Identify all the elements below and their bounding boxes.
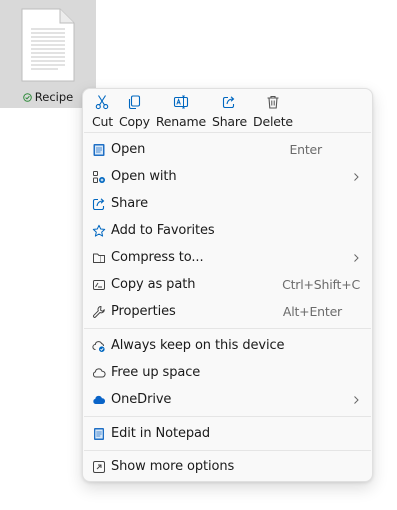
notepad-app-icon [93, 143, 105, 156]
share-icon [92, 197, 105, 210]
menu-item-open-with[interactable]: Open with [87, 163, 368, 190]
notepad-label: Edit in Notepad [111, 426, 211, 441]
menu-item-show-more-options[interactable]: Show more options [87, 453, 368, 480]
copy-label: Copy [118, 114, 150, 129]
copy-path-label: Copy as path [111, 277, 196, 292]
copy-path-shortcut: Ctrl+Shift+C [282, 277, 360, 292]
open-with-label: Open with [111, 169, 177, 184]
quick-actions-bar: Cut Copy Rename Share Delete [89, 93, 296, 131]
menu-item-edit-in-notepad[interactable]: Edit in Notepad [87, 420, 368, 447]
menu-item-properties[interactable]: Properties Alt+Enter [87, 298, 368, 325]
open-with-icon [93, 170, 105, 183]
context-menu: Cut Copy Rename Share Delete Open Enter … [82, 88, 373, 482]
cloud-icon [92, 367, 106, 377]
keep-on-device-label: Always keep on this device [111, 338, 285, 353]
chevron-right-icon [354, 395, 359, 404]
rename-button[interactable]: Rename [153, 93, 209, 131]
share-quick-button[interactable]: Share [209, 93, 250, 131]
menu-item-add-to-favorites[interactable]: Add to Favorites [87, 217, 368, 244]
share-label: Share [211, 114, 248, 129]
file-name: Recipe [34, 90, 74, 104]
desktop: Recipe Cut Copy Rename Share Delete Open… [0, 0, 397, 510]
more-options-label: Show more options [111, 459, 235, 474]
wrench-icon [92, 305, 105, 318]
favorites-label: Add to Favorites [111, 223, 215, 238]
zip-folder-icon [93, 253, 105, 263]
open-label: Open [111, 142, 146, 157]
menu-divider [84, 416, 371, 417]
delete-label: Delete [253, 114, 293, 129]
copy-button[interactable]: Copy [116, 93, 153, 131]
menu-item-copy-as-path[interactable]: Copy as path Ctrl+Shift+C [87, 271, 368, 298]
copy-path-icon [93, 279, 105, 290]
free-up-space-label: Free up space [111, 365, 201, 380]
cut-label: Cut [92, 114, 113, 129]
chevron-right-icon [354, 253, 359, 262]
trash-icon [267, 95, 279, 109]
chevron-right-icon [354, 172, 359, 181]
menu-divider [84, 132, 371, 133]
star-icon [92, 224, 106, 237]
copy-icon [129, 95, 141, 110]
scissors-icon [96, 95, 109, 110]
onedrive-cloud-icon [93, 395, 106, 404]
menu-divider [84, 328, 371, 329]
file-item-recipe[interactable]: Recipe [0, 0, 96, 108]
onedrive-label: OneDrive [111, 392, 172, 407]
notepad-app-icon [94, 427, 104, 440]
sync-status-check-icon [22, 93, 32, 102]
rename-icon [173, 95, 188, 109]
cut-button[interactable]: Cut [89, 93, 116, 131]
menu-item-free-up-space[interactable]: Free up space [87, 359, 368, 386]
menu-item-share[interactable]: Share [87, 190, 368, 217]
open-shortcut: Enter [289, 142, 322, 157]
text-document-icon [21, 8, 75, 82]
more-options-icon [93, 460, 105, 473]
compress-label: Compress to... [111, 250, 204, 265]
rename-label: Rename [155, 114, 206, 129]
menu-item-always-keep-on-device[interactable]: Always keep on this device [87, 332, 368, 359]
delete-button[interactable]: Delete [250, 93, 296, 131]
menu-item-open[interactable]: Open Enter [87, 136, 368, 163]
properties-shortcut: Alt+Enter [282, 304, 342, 319]
cloud-keep-icon [92, 340, 105, 352]
share-icon [223, 96, 235, 109]
properties-label: Properties [111, 304, 176, 319]
menu-divider [84, 450, 371, 451]
menu-item-onedrive[interactable]: OneDrive [87, 386, 368, 413]
menu-item-compress-to[interactable]: Compress to... [87, 244, 368, 271]
share-label: Share [111, 196, 149, 211]
